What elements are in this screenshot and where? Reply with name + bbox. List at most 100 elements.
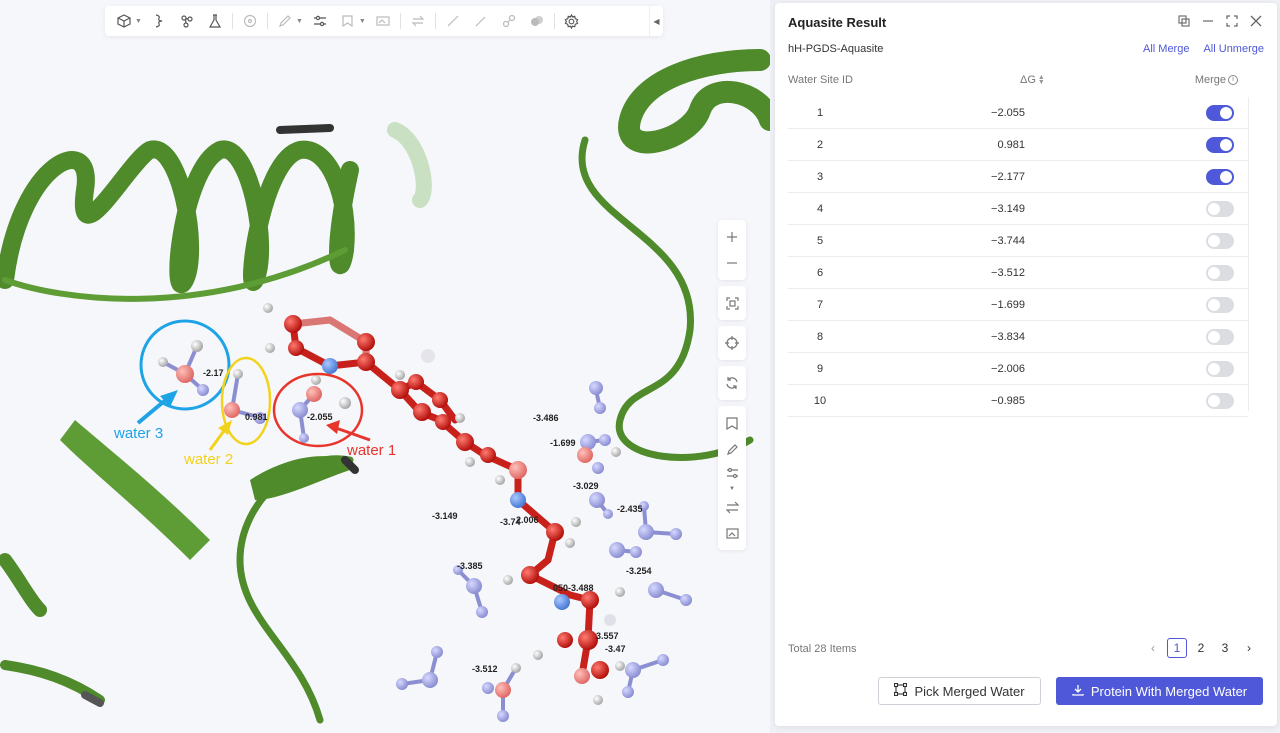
page-button[interactable]: 3 xyxy=(1215,638,1235,658)
water-site-id-cell: 3 xyxy=(816,171,824,183)
line-icon[interactable] xyxy=(442,10,464,32)
all-merge-link[interactable]: All Merge xyxy=(1143,43,1189,55)
all-unmerge-link[interactable]: All Unmerge xyxy=(1203,43,1264,55)
water-3-label: water 3 xyxy=(114,425,164,442)
dg-label: -3.029 xyxy=(573,481,599,491)
caret-down-icon[interactable]: ▼ xyxy=(296,18,303,25)
caret-down-icon[interactable]: ▼ xyxy=(718,484,746,494)
flask-icon[interactable] xyxy=(204,10,226,32)
dg-label: -1.699 xyxy=(550,438,576,448)
caret-down-icon[interactable]: ▼ xyxy=(359,18,366,25)
image-icon[interactable] xyxy=(372,10,394,32)
water-site-id-cell: 9 xyxy=(816,363,824,375)
water-site-id-cell: 4 xyxy=(816,203,824,215)
molecule-scene[interactable] xyxy=(0,0,770,733)
helix-icon[interactable] xyxy=(148,10,170,32)
merge-toggle[interactable] xyxy=(1206,297,1234,313)
table-row: 5 −3.744 xyxy=(788,225,1248,257)
page-button[interactable]: 2 xyxy=(1191,638,1211,658)
target-select-icon[interactable] xyxy=(239,10,261,32)
prev-page-icon[interactable]: ‹ xyxy=(1143,638,1163,658)
water-site-id-cell: 2 xyxy=(816,139,824,151)
page-button[interactable]: 1 xyxy=(1167,638,1187,658)
fit-group xyxy=(718,286,746,320)
caret-down-icon[interactable]: ▼ xyxy=(135,18,142,25)
gear-icon[interactable] xyxy=(561,10,583,32)
pencil-icon[interactable] xyxy=(718,436,746,462)
aquasite-result-panel: Aquasite Result hH-PGDS-Aquasite All Mer… xyxy=(775,3,1277,726)
protein-with-merged-water-button[interactable]: Protein With Merged Water xyxy=(1056,677,1263,705)
popout-icon[interactable] xyxy=(1177,14,1191,28)
rotate-icon[interactable] xyxy=(718,370,746,396)
merge-toggle[interactable] xyxy=(1206,233,1234,249)
dg-label: -3.254 xyxy=(626,566,652,576)
merge-toggle[interactable] xyxy=(1206,361,1234,377)
water-site-id-cell: 1 xyxy=(816,107,824,119)
swap-icon[interactable] xyxy=(718,494,746,520)
sliders-icon[interactable] xyxy=(309,10,331,32)
sort-icon[interactable]: ▲ ▼ xyxy=(1038,74,1045,86)
water-site-id-cell: 8 xyxy=(816,331,824,343)
table-row: 3 −2.177 xyxy=(788,161,1248,193)
next-page-icon[interactable]: › xyxy=(1239,638,1259,658)
zoom-in-icon[interactable] xyxy=(718,224,746,250)
molecule-icon[interactable] xyxy=(176,10,198,32)
bookmark-icon[interactable] xyxy=(337,10,359,32)
water-1-label: water 1 xyxy=(347,442,397,459)
column-header-water-site-id: Water Site ID xyxy=(788,74,853,86)
merge-toggle[interactable] xyxy=(1206,265,1234,281)
crosshair-icon[interactable] xyxy=(718,330,746,356)
dg-label: -3.47 xyxy=(605,644,626,654)
dg-label: -3.385 xyxy=(457,561,483,571)
maximize-icon[interactable] xyxy=(1225,14,1239,28)
close-icon[interactable] xyxy=(1249,14,1263,28)
dg-cell: 0.981 xyxy=(997,139,1025,151)
toolbar-divider xyxy=(553,13,555,29)
column-header-dg[interactable]: ΔG ▲ ▼ xyxy=(1020,74,1045,86)
water-site-id-cell: 6 xyxy=(816,267,824,279)
toolbar-divider xyxy=(231,13,233,29)
pencil-icon[interactable] xyxy=(274,10,296,32)
download-icon xyxy=(1072,684,1084,699)
collapse-toolbar-icon[interactable]: ◀ xyxy=(649,6,663,36)
link-icon[interactable] xyxy=(498,10,520,32)
info-icon[interactable]: i xyxy=(1228,75,1238,86)
viewer-toolbar: ▼ ▼ ▼ ◀ xyxy=(105,6,663,36)
brush-icon[interactable] xyxy=(470,10,492,32)
rotate-group xyxy=(718,366,746,400)
fit-view-icon[interactable] xyxy=(718,290,746,316)
dg-label: -2.17 xyxy=(203,368,224,378)
surface-icon[interactable] xyxy=(526,10,548,32)
zoom-out-icon[interactable] xyxy=(718,250,746,276)
toolbar-divider xyxy=(399,13,401,29)
water-atoms xyxy=(158,340,692,722)
column-header-merge-label: Merge xyxy=(1194,74,1226,86)
dg-cell: −3.744 xyxy=(991,235,1025,247)
merge-toggle[interactable] xyxy=(1206,137,1234,153)
merge-toggle[interactable] xyxy=(1206,201,1234,217)
pick-merged-water-button[interactable]: Pick Merged Water xyxy=(878,677,1041,705)
image-icon[interactable] xyxy=(718,520,746,546)
select-area-icon xyxy=(894,682,908,699)
cube-icon[interactable] xyxy=(113,10,135,32)
total-items: Total 28 Items xyxy=(788,643,857,655)
sliders-icon[interactable] xyxy=(718,462,746,484)
minimize-icon[interactable] xyxy=(1201,14,1215,28)
table-scrollbar[interactable] xyxy=(1248,97,1258,411)
molecule-viewer[interactable]: -2.17 0.981 -2.055 -3.486 -1.699 -3.029 … xyxy=(0,0,770,733)
dg-label: 050-3.488 xyxy=(553,583,594,593)
merge-toggle[interactable] xyxy=(1206,169,1234,185)
column-header-dg-label: ΔG xyxy=(1020,74,1036,86)
water-site-id-cell: 10 xyxy=(813,395,827,407)
project-name: hH-PGDS-Aquasite xyxy=(788,43,884,55)
result-subheader: hH-PGDS-Aquasite All Merge All Unmerge xyxy=(788,43,1264,59)
center-group xyxy=(718,326,746,360)
water-2-label: water 2 xyxy=(184,451,234,468)
dg-label: 3.557 xyxy=(596,631,619,641)
swap-icon[interactable] xyxy=(407,10,429,32)
merge-toggle[interactable] xyxy=(1206,105,1234,121)
bookmark-icon[interactable] xyxy=(718,410,746,436)
window-controls xyxy=(1177,14,1263,28)
merge-toggle[interactable] xyxy=(1206,329,1234,345)
merge-toggle[interactable] xyxy=(1206,393,1234,409)
